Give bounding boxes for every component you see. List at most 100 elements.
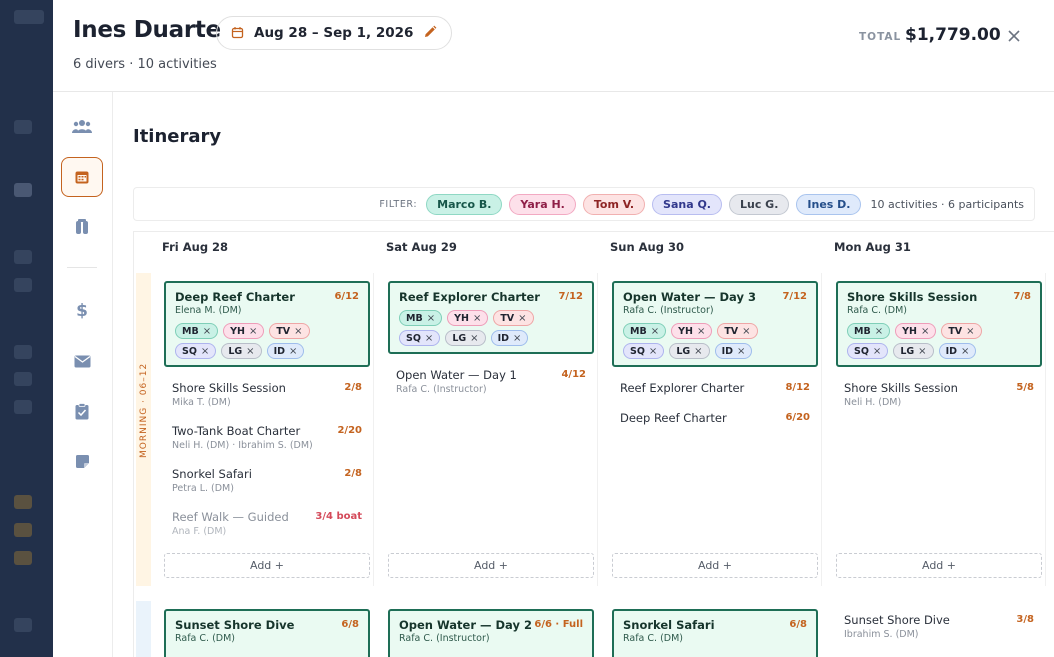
date-range-pill[interactable]: Aug 28 – Sep 1, 2026 [216, 16, 453, 50]
featured-activity-card[interactable]: Open Water — Day 3 7/12 Rafa C. (Instructo… [612, 281, 818, 367]
filter-chip[interactable]: Marco B. [426, 193, 503, 215]
activity-item[interactable]: Deep Reef Charter 6/20 [620, 411, 810, 425]
participant-chip[interactable]: ID × [266, 343, 305, 359]
activity-staff: Neli H. (DM) [844, 397, 902, 408]
participant-chip[interactable]: MB × [175, 323, 219, 339]
activity-title: Open Water — Day 1 [396, 368, 517, 382]
remove-icon[interactable]: × [651, 326, 659, 337]
featured-activity-card[interactable]: Deep Reef Charter 6/12 Elena M. (DM) MB × YH ×… [164, 281, 370, 367]
participant-chip[interactable]: LG × [669, 343, 710, 359]
remove-icon[interactable]: × [289, 346, 297, 357]
remove-icon[interactable]: × [918, 346, 926, 357]
participant-chip[interactable]: MB × [623, 323, 667, 339]
participant-chip[interactable]: ID × [938, 343, 977, 359]
add-activity-button[interactable]: Add + [164, 553, 370, 578]
remove-icon[interactable]: × [873, 346, 881, 357]
featured-activity-card[interactable]: Shore Skills Session 7/8 Rafa C. (DM) MB × YH… [836, 281, 1042, 367]
remove-icon[interactable]: × [473, 313, 481, 324]
participant-chip[interactable]: YH × [447, 310, 489, 326]
activity-staff: Rafa C. (Instructor) [399, 633, 490, 644]
participant-chip[interactable]: SQ × [399, 330, 441, 346]
add-activity-button[interactable]: Add + [388, 553, 594, 578]
rail-itinerary-button[interactable] [61, 157, 103, 197]
featured-activity-card[interactable]: Reef Explorer Charter 7/12 MB × YH × TV × SQ × LG ×… [388, 281, 594, 354]
participant-chip[interactable]: SQ × [175, 343, 217, 359]
participant-chip[interactable]: MB × [399, 310, 443, 326]
participant-initials: ID [721, 345, 733, 357]
rail-notes-button[interactable] [61, 441, 103, 481]
participant-chip[interactable]: LG × [445, 330, 486, 346]
participant-chip[interactable]: SQ × [623, 343, 665, 359]
remove-icon[interactable]: × [875, 326, 883, 337]
activity-capacity: 7/8 [1013, 291, 1031, 302]
participant-chip[interactable]: TV × [717, 323, 758, 339]
activity-staff: Rafa C. (DM) [847, 305, 907, 316]
filter-chip[interactable]: Tom V. [582, 193, 646, 215]
participant-chip[interactable]: TV × [269, 323, 310, 339]
day-column-morning: Open Water — Day 3 7/12 Rafa C. (Instructo… [604, 273, 822, 586]
background-item [14, 523, 32, 537]
remove-icon[interactable]: × [694, 346, 702, 357]
remove-icon[interactable]: × [201, 346, 209, 357]
activity-title: Snorkel Safari [623, 618, 715, 632]
participant-chip[interactable]: SQ × [847, 343, 889, 359]
remove-icon[interactable]: × [203, 326, 211, 337]
participant-initials: TV [724, 325, 739, 337]
remove-icon[interactable]: × [470, 333, 478, 344]
remove-icon[interactable]: × [737, 346, 745, 357]
participant-chip[interactable]: YH × [895, 323, 937, 339]
remove-icon[interactable]: × [427, 313, 435, 324]
participant-chip[interactable]: LG × [221, 343, 262, 359]
itinerary-board: MORNING · 06–12 Fri Aug 28 Deep Reef Char… [133, 231, 1054, 657]
day-header: Mon Aug 31 [834, 240, 911, 254]
participant-chip[interactable]: LG × [893, 343, 934, 359]
filter-chip[interactable]: Luc G. [728, 193, 790, 215]
activity-item[interactable]: Reef Explorer Charter 8/12 [620, 381, 810, 395]
featured-activity-card[interactable]: Snorkel Safari Rafa C. (DM) 6/8 [612, 609, 818, 657]
remove-icon[interactable]: × [742, 326, 750, 337]
rail-gear-button[interactable] [61, 207, 103, 247]
day-column-morning: Reef Explorer Charter 7/12 MB × YH × TV × SQ × LG ×… [380, 273, 598, 586]
rail-messages-button[interactable] [61, 341, 103, 381]
remove-icon[interactable]: × [513, 333, 521, 344]
remove-icon[interactable]: × [697, 326, 705, 337]
featured-activity-card[interactable]: Open Water — Day 2 Rafa C. (Instructor) 6/… [388, 609, 594, 657]
participant-chip[interactable]: YH × [223, 323, 265, 339]
add-activity-button[interactable]: Add + [612, 553, 818, 578]
participant-chip[interactable]: ID × [714, 343, 753, 359]
participant-chip[interactable]: MB × [847, 323, 891, 339]
activity-item[interactable]: Sunset Shore Dive Ibrahim S. (DM) 3/8 [844, 613, 1034, 640]
remove-icon[interactable]: × [921, 326, 929, 337]
remove-icon[interactable]: × [294, 326, 302, 337]
activity-item[interactable]: Snorkel Safari Petra L. (DM) 2/8 [172, 467, 362, 494]
participant-chip[interactable]: TV × [941, 323, 982, 339]
filter-chip[interactable]: Ines D. [796, 193, 862, 215]
remove-icon[interactable]: × [966, 326, 974, 337]
remove-icon[interactable]: × [961, 346, 969, 357]
filter-chip[interactable]: Yara H. [509, 193, 576, 215]
participant-chip[interactable]: YH × [671, 323, 713, 339]
rail-billing-button[interactable]: $ [61, 291, 103, 331]
participant-initials: SQ [182, 345, 197, 357]
rail-divers-button[interactable] [61, 106, 103, 146]
remove-icon[interactable]: × [518, 313, 526, 324]
activity-item[interactable]: Reef Walk — Guided Ana F. (DM) 3/4 boat [172, 510, 362, 537]
participant-chip[interactable]: ID × [490, 330, 529, 346]
activity-item[interactable]: Shore Skills Session Mika T. (DM) 2/8 [172, 381, 362, 408]
remove-icon[interactable]: × [249, 326, 257, 337]
activity-item[interactable]: Two-Tank Boat Charter Neli H. (DM) · Ibra… [172, 424, 362, 451]
rail-forms-button[interactable] [61, 391, 103, 431]
participant-initials: ID [945, 345, 957, 357]
pencil-icon[interactable] [423, 24, 437, 43]
filter-chip[interactable]: Sana Q. [652, 193, 722, 215]
add-activity-button[interactable]: Add + [836, 553, 1042, 578]
activity-item[interactable]: Open Water — Day 1 Rafa C. (Instructor) 4/… [396, 368, 586, 395]
participant-chip[interactable]: TV × [493, 310, 534, 326]
participant-initials: YH [902, 325, 917, 337]
remove-icon[interactable]: × [425, 333, 433, 344]
remove-icon[interactable]: × [246, 346, 254, 357]
activity-item[interactable]: Shore Skills Session Neli H. (DM) 5/8 [844, 381, 1034, 408]
remove-icon[interactable]: × [649, 346, 657, 357]
close-button[interactable] [1003, 25, 1025, 47]
featured-activity-card[interactable]: Sunset Shore Dive Rafa C. (DM) 6/8 [164, 609, 370, 657]
